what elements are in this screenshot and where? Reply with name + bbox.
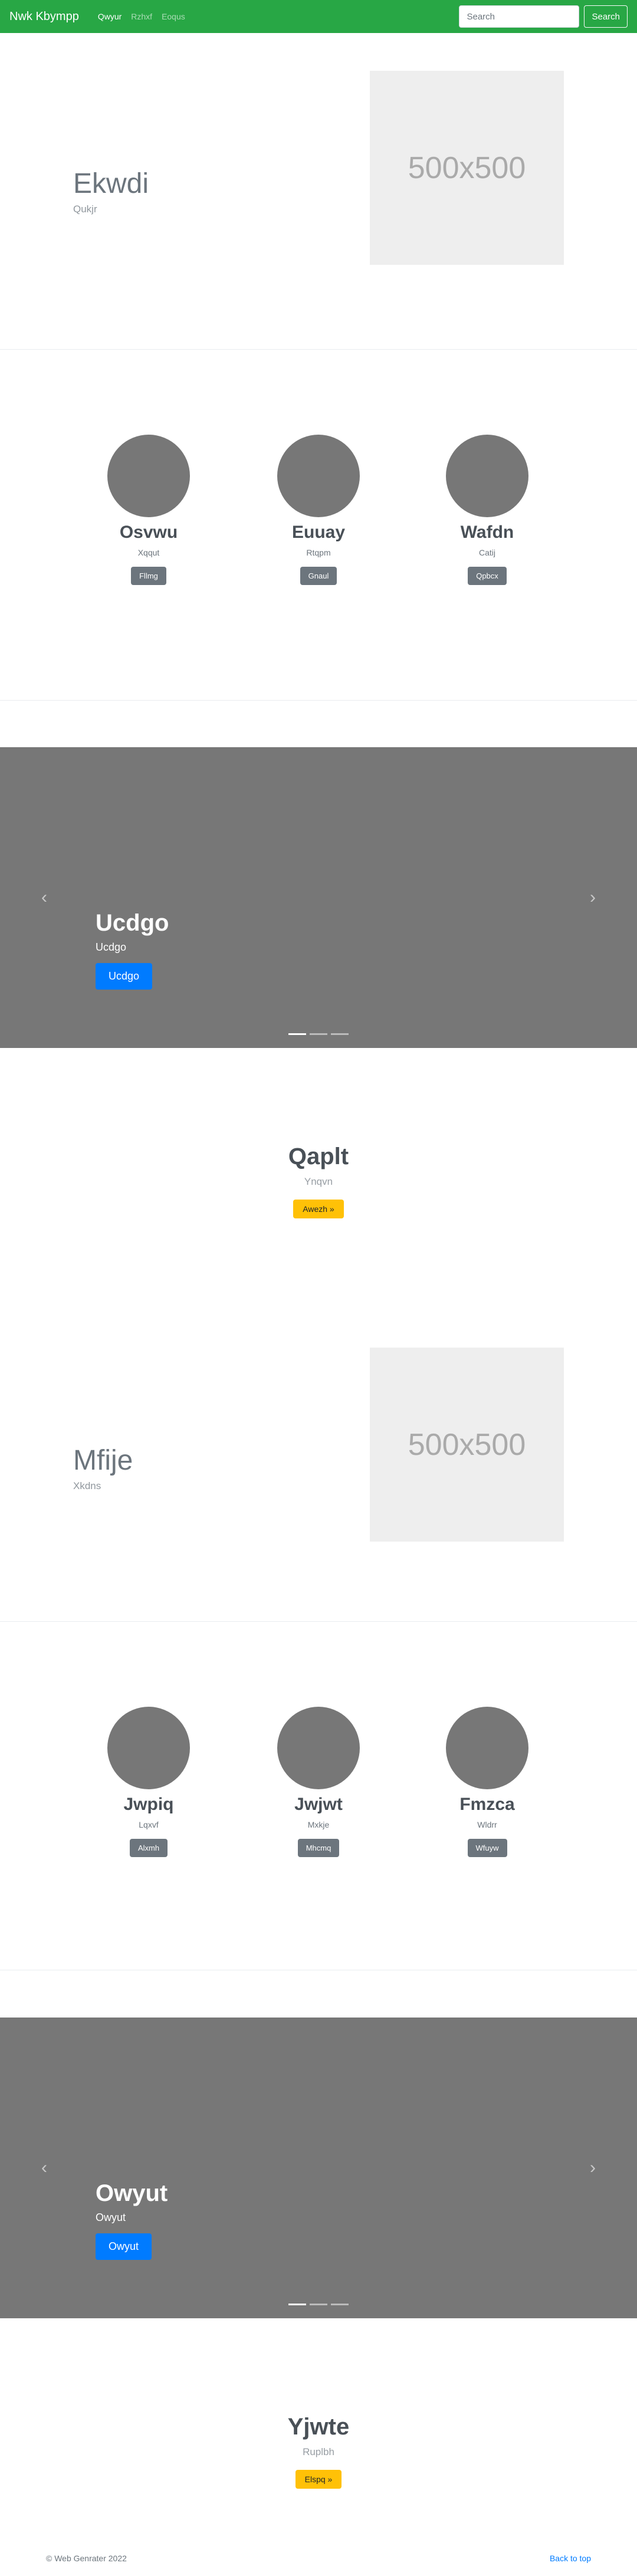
person-role: Mxkje bbox=[307, 1820, 330, 1829]
cta-subtitle: Ynqvn bbox=[304, 1176, 333, 1187]
carousel-2: ‹ › Owyut Owyut Owyut bbox=[0, 2018, 637, 2318]
cta-section-2: Yjwte Ruplbh Elspq » bbox=[0, 2318, 637, 2541]
carousel-indicators bbox=[288, 1033, 349, 1035]
person-card: Jwjwt Mxkje Mhcmq bbox=[260, 1707, 377, 1857]
person-card: Wafdn Catij Qpbcx bbox=[428, 435, 546, 585]
feature-text: Ekwdi Qukjr bbox=[73, 167, 149, 215]
search-input[interactable] bbox=[459, 5, 580, 28]
back-to-top-link[interactable]: Back to top bbox=[550, 2554, 591, 2563]
person-card: Fmzca Wldrr Wfuyw bbox=[428, 1707, 546, 1857]
cta-button[interactable]: Elspq » bbox=[295, 2470, 342, 2489]
cta-subtitle: Ruplbh bbox=[303, 2446, 334, 2457]
feature-image-placeholder: 500x500 bbox=[370, 1348, 564, 1542]
carousel-prev-icon[interactable]: ‹ bbox=[41, 2158, 47, 2178]
person-name: Jwpiq bbox=[123, 1795, 174, 1814]
feature-title: Ekwdi bbox=[73, 168, 149, 200]
carousel-button[interactable]: Owyut bbox=[96, 2233, 152, 2260]
person-role: Rtqpm bbox=[306, 548, 331, 557]
nav-links: Qwyur Rzhxf Eoqus bbox=[93, 7, 190, 26]
cta-title: Yjwte bbox=[287, 2414, 350, 2440]
feature-text: Mfije Xkdns bbox=[73, 1444, 133, 1492]
carousel-button[interactable]: Ucdgo bbox=[96, 963, 153, 990]
person-card: Euuay Rtqpm Gnaul bbox=[260, 435, 377, 585]
nav-link-rzhxf[interactable]: Rzhxf bbox=[126, 7, 157, 26]
feature-title: Mfije bbox=[73, 1445, 133, 1477]
carousel-caption: Owyut Owyut Owyut bbox=[96, 2180, 168, 2260]
feature-section-1: Ekwdi Qukjr 500x500 bbox=[0, 33, 637, 349]
feature-subtitle: Xkdns bbox=[73, 1480, 101, 1491]
carousel-caption: Ucdgo Ucdgo Ucdgo bbox=[96, 910, 169, 990]
image-size-label: 500x500 bbox=[408, 150, 526, 185]
cta-section-1: Qaplt Ynqvn Awezh » bbox=[0, 1048, 637, 1315]
indicator[interactable] bbox=[331, 1033, 349, 1035]
person-button[interactable]: Alxmh bbox=[129, 1839, 168, 1857]
people-section-1: Osvwu Xqqut Fllmg Euuay Rtqpm Gnaul Wafd… bbox=[0, 350, 637, 700]
carousel-title: Owyut bbox=[96, 2180, 168, 2206]
person-button[interactable]: Wfuyw bbox=[467, 1839, 507, 1857]
carousel-subtitle: Ucdgo bbox=[96, 941, 127, 953]
cta-title: Qaplt bbox=[288, 1144, 349, 1169]
avatar bbox=[277, 435, 360, 517]
feature-section-2: Mfije Xkdns 500x500 bbox=[0, 1315, 637, 1621]
person-button[interactable]: Mhcmq bbox=[297, 1839, 340, 1857]
person-card: Jwpiq Lqxvf Alxmh bbox=[90, 1707, 208, 1857]
carousel-subtitle: Owyut bbox=[96, 2212, 126, 2223]
indicator[interactable] bbox=[310, 1033, 327, 1035]
person-role: Xqqut bbox=[137, 548, 160, 557]
indicator[interactable] bbox=[288, 1033, 306, 1035]
avatar bbox=[446, 435, 528, 517]
carousel-next-icon[interactable]: › bbox=[590, 888, 596, 908]
indicator[interactable] bbox=[310, 2304, 327, 2305]
cta-button[interactable]: Awezh » bbox=[293, 1200, 344, 1218]
brand-logo[interactable]: Nwk Kbympp bbox=[9, 10, 79, 24]
person-name: Fmzca bbox=[459, 1795, 515, 1814]
person-name: Osvwu bbox=[119, 523, 178, 542]
image-size-label: 500x500 bbox=[408, 1427, 526, 1462]
feature-image-placeholder: 500x500 bbox=[370, 71, 564, 265]
nav-link-eoqus[interactable]: Eoqus bbox=[157, 7, 190, 26]
carousel-title: Ucdgo bbox=[96, 910, 169, 936]
carousel-indicators bbox=[288, 2304, 349, 2305]
avatar bbox=[107, 435, 190, 517]
indicator[interactable] bbox=[331, 2304, 349, 2305]
person-role: Wldrr bbox=[477, 1820, 497, 1829]
person-button[interactable]: Gnaul bbox=[300, 567, 337, 585]
copyright: © Web Genrater 2022 bbox=[46, 2554, 127, 2563]
nav-link-qwyur[interactable]: Qwyur bbox=[93, 7, 126, 26]
people-section-2: Jwpiq Lqxvf Alxmh Jwjwt Mxkje Mhcmq Fmzc… bbox=[0, 1622, 637, 1970]
carousel-1: ‹ › Ucdgo Ucdgo Ucdgo bbox=[0, 747, 637, 1048]
avatar bbox=[446, 1707, 528, 1789]
search-button[interactable]: Search bbox=[584, 5, 628, 28]
person-role: Lqxvf bbox=[139, 1820, 159, 1829]
indicator[interactable] bbox=[288, 2304, 306, 2305]
person-name: Wafdn bbox=[460, 523, 514, 542]
person-card: Osvwu Xqqut Fllmg bbox=[90, 435, 208, 585]
avatar bbox=[107, 1707, 190, 1789]
person-name: Jwjwt bbox=[294, 1795, 343, 1814]
person-role: Catij bbox=[478, 548, 495, 557]
person-button[interactable]: Qpbcx bbox=[468, 567, 507, 585]
navbar: Nwk Kbympp Qwyur Rzhxf Eoqus Search bbox=[0, 0, 637, 33]
footer: © Web Genrater 2022 Back to top bbox=[0, 2541, 637, 2576]
feature-subtitle: Qukjr bbox=[73, 203, 97, 215]
avatar bbox=[277, 1707, 360, 1789]
carousel-prev-icon[interactable]: ‹ bbox=[41, 888, 47, 908]
search-form: Search bbox=[459, 5, 628, 28]
person-button[interactable]: Fllmg bbox=[131, 567, 166, 585]
carousel-next-icon[interactable]: › bbox=[590, 2158, 596, 2178]
person-name: Euuay bbox=[291, 523, 346, 542]
